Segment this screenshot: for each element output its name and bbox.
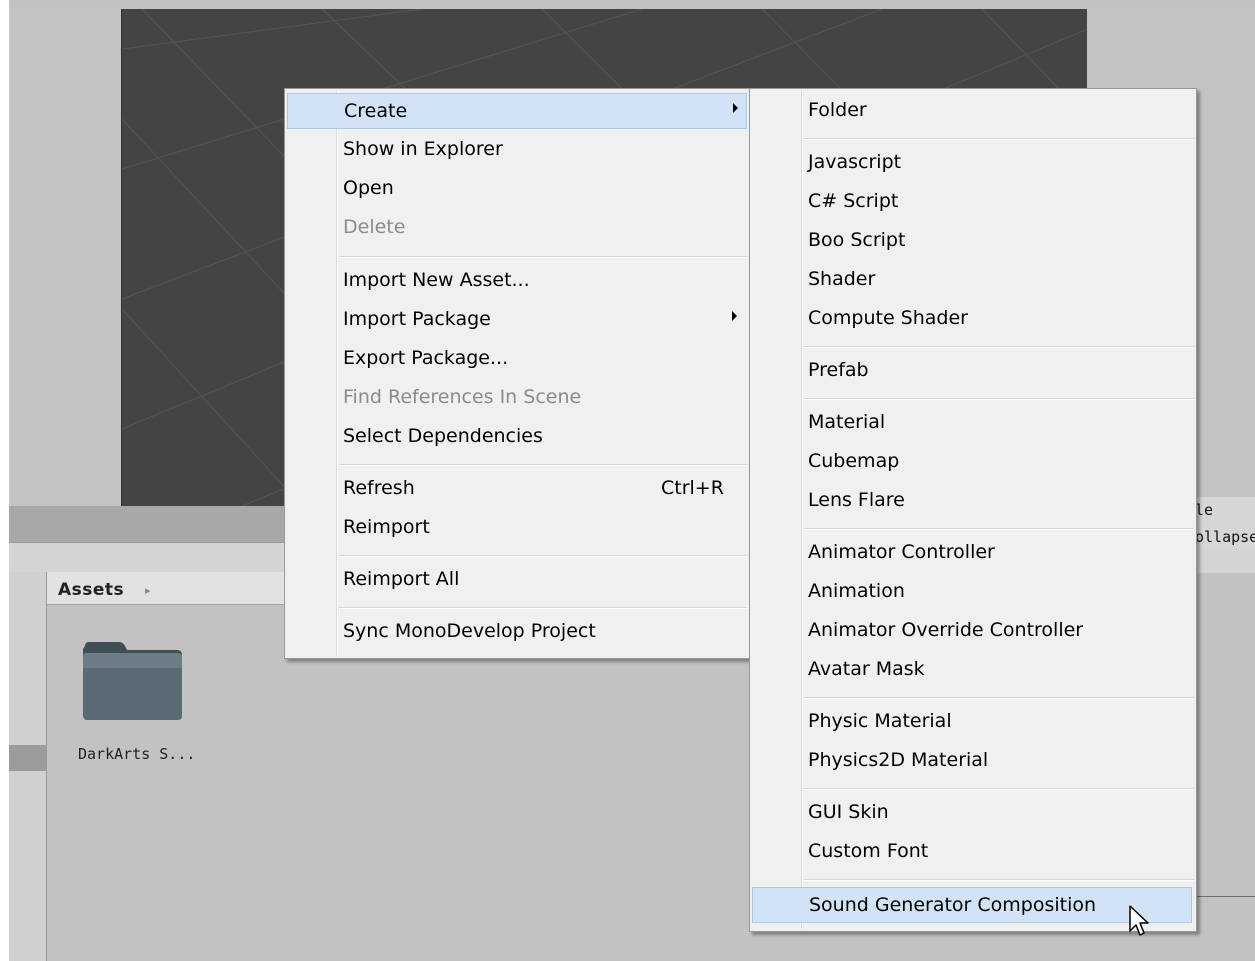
menu-item-label: Sync MonoDevelop Project: [343, 620, 596, 642]
hierarchy-panel: [9, 9, 121, 506]
panel-line: [1193, 896, 1255, 897]
create-item-folder[interactable]: Folder: [752, 93, 1192, 129]
menu-item-label: Select Dependencies: [343, 425, 543, 447]
context-menu-item-create[interactable]: Create: [287, 93, 747, 129]
menu-item-label: Show in Explorer: [343, 138, 503, 160]
menu-item-label: Compute Shader: [808, 307, 968, 329]
menu-item-label: Sound Generator Composition: [809, 894, 1097, 916]
menu-item-label: Open: [343, 177, 394, 199]
create-item-boo-script[interactable]: Boo Script: [752, 223, 1192, 259]
menu-item-label: Custom Font: [808, 840, 929, 862]
create-item-sound-generator-composition[interactable]: Sound Generator Composition: [752, 887, 1192, 923]
context-menu-item-open[interactable]: Open: [287, 171, 747, 207]
menu-item-label: Import Package: [343, 308, 491, 330]
window-edge: [0, 0, 9, 961]
menu-separator-highlight: [804, 789, 1194, 790]
create-item-lens-flare[interactable]: Lens Flare: [752, 483, 1192, 519]
menu-item-label: Folder: [808, 99, 867, 121]
create-item-material[interactable]: Material: [752, 405, 1192, 441]
menu-item-label: Find References In Scene: [343, 386, 582, 408]
create-submenu: Folder Javascript C# Script Boo Script Shade…: [749, 88, 1197, 932]
menu-separator-highlight: [339, 257, 747, 258]
menu-separator-highlight: [339, 465, 747, 466]
menu-item-label: Material: [808, 411, 886, 433]
submenu-arrow-icon: [733, 103, 738, 113]
collapse-button-fragment[interactable]: ollapse: [1195, 528, 1255, 546]
create-item-custom-font[interactable]: Custom Font: [752, 834, 1192, 870]
console-label-fragment: le: [1195, 501, 1214, 519]
context-menu-item-find-references-in-scene: Find References In Scene: [287, 380, 747, 416]
create-item-animator-override-controller[interactable]: Animator Override Controller: [752, 613, 1192, 649]
submenu-arrow-icon: [732, 311, 737, 321]
menu-separator-highlight: [804, 698, 1194, 699]
menu-item-label: Shader: [808, 268, 876, 290]
create-item-javascript[interactable]: Javascript: [752, 145, 1192, 181]
menu-separator-highlight: [804, 399, 1194, 400]
create-item-shader[interactable]: Shader: [752, 262, 1192, 298]
menu-item-label: Import New Asset...: [343, 269, 530, 291]
menu-item-label: Animation: [808, 580, 905, 602]
assets-breadcrumb[interactable]: Assets: [58, 580, 124, 600]
menu-item-label: Export Package...: [343, 347, 509, 369]
shortcut-label: Ctrl+R: [661, 477, 724, 499]
context-menu-item-reimport[interactable]: Reimport: [287, 510, 747, 546]
menu-separator-highlight: [804, 347, 1194, 348]
menu-item-label: Reimport: [343, 516, 430, 538]
create-item-animator-controller[interactable]: Animator Controller: [752, 535, 1192, 571]
context-menu-item-reimport-all[interactable]: Reimport All: [287, 562, 747, 598]
menu-item-label: Avatar Mask: [808, 658, 925, 680]
menu-item-label: Delete: [343, 216, 406, 238]
menu-separator-highlight: [339, 608, 747, 609]
menu-item-label: C# Script: [808, 190, 899, 212]
menu-item-label: Physics2D Material: [808, 749, 989, 771]
context-menu-item-refresh[interactable]: Refresh Ctrl+R: [287, 471, 747, 507]
menu-item-label: Cubemap: [808, 450, 900, 472]
folder-label: DarkArts S...: [78, 745, 196, 763]
create-item-c-script[interactable]: C# Script: [752, 184, 1192, 220]
menu-item-label: GUI Skin: [808, 801, 889, 823]
folder-tree-selection[interactable]: [9, 745, 46, 771]
menu-separator-highlight: [339, 556, 747, 557]
menu-item-label: Animator Override Controller: [808, 619, 1084, 641]
console-panel-fragment: le ollapse: [1193, 497, 1255, 549]
menu-item-label: Javascript: [808, 151, 902, 173]
menu-item-label: Create: [344, 100, 408, 122]
context-menu-item-export-package[interactable]: Export Package...: [287, 341, 747, 377]
create-item-gui-skin[interactable]: GUI Skin: [752, 795, 1192, 831]
menu-item-label: Animator Controller: [808, 541, 995, 563]
create-item-compute-shader[interactable]: Compute Shader: [752, 301, 1192, 337]
context-menu: Create Show in Explorer Open Delete Import N…: [284, 88, 750, 659]
menu-item-label: Refresh: [343, 477, 415, 499]
menu-separator-highlight: [804, 529, 1194, 530]
context-menu-item-show-in-explorer[interactable]: Show in Explorer: [287, 132, 747, 168]
context-menu-item-sync-monodevelop-project[interactable]: Sync MonoDevelop Project: [287, 614, 747, 650]
context-menu-item-delete: Delete: [287, 210, 747, 246]
menu-separator-highlight: [804, 880, 1194, 881]
menu-item-label: Prefab: [808, 359, 869, 381]
breadcrumb-arrow-icon: ▸: [145, 584, 151, 597]
create-item-avatar-mask[interactable]: Avatar Mask: [752, 652, 1192, 688]
menu-item-label: Boo Script: [808, 229, 906, 251]
menu-item-label: Physic Material: [808, 710, 952, 732]
create-item-animation[interactable]: Animation: [752, 574, 1192, 610]
create-item-prefab[interactable]: Prefab: [752, 353, 1192, 389]
menu-separator-highlight: [804, 139, 1194, 140]
folder-icon[interactable]: [81, 640, 184, 722]
menu-item-label: Reimport All: [343, 568, 460, 590]
context-menu-item-import-package[interactable]: Import Package: [287, 302, 747, 338]
mouse-cursor-icon: [1129, 905, 1149, 936]
create-item-physic-material[interactable]: Physic Material: [752, 704, 1192, 740]
menu-item-label: Lens Flare: [808, 489, 905, 511]
context-menu-item-select-dependencies[interactable]: Select Dependencies: [287, 419, 747, 455]
create-item-cubemap[interactable]: Cubemap: [752, 444, 1192, 480]
create-item-physics2d-material[interactable]: Physics2D Material: [752, 743, 1192, 779]
context-menu-item-import-new-asset[interactable]: Import New Asset...: [287, 263, 747, 299]
